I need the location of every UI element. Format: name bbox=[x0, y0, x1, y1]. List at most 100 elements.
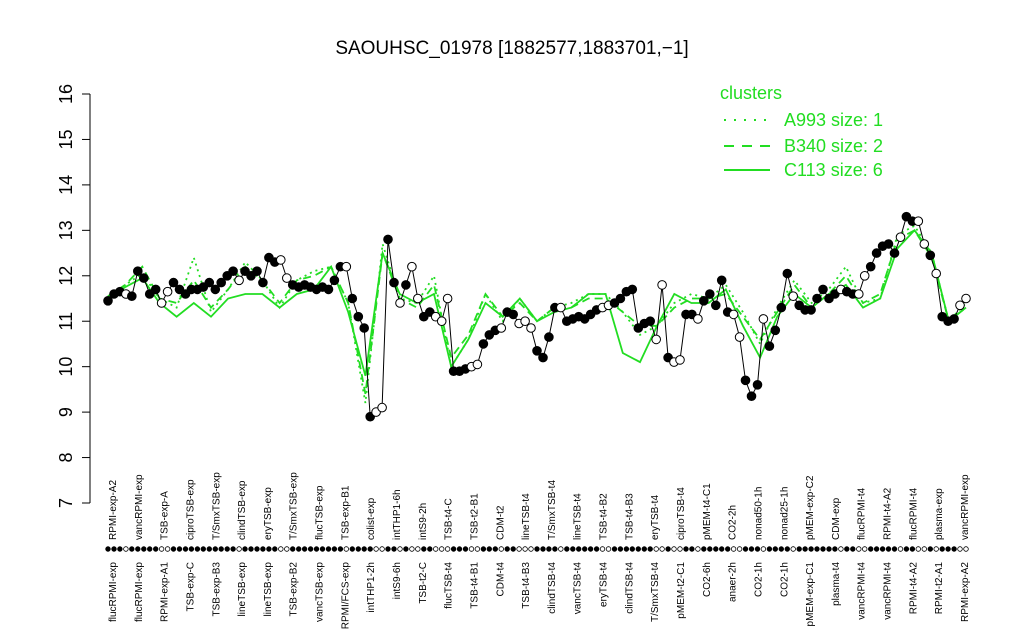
rug-point bbox=[391, 546, 397, 552]
top-label: ciproTSB-t4 bbox=[676, 487, 687, 540]
legend-entry-b340: B340 size: 2 bbox=[784, 136, 883, 156]
data-point bbox=[776, 302, 787, 313]
cluster-line-a993 bbox=[107, 224, 967, 404]
rug-point bbox=[331, 546, 338, 552]
rug-point bbox=[951, 546, 957, 552]
rug-point bbox=[695, 546, 701, 552]
rug-point bbox=[450, 546, 457, 552]
top-label: TSB-exp-B1 bbox=[340, 485, 351, 540]
rug-point bbox=[194, 546, 201, 552]
rug-point bbox=[707, 546, 713, 552]
bottom-label: vancRPMI-t4 bbox=[857, 562, 868, 620]
top-label: CO2-2h bbox=[728, 505, 739, 540]
data-point bbox=[854, 289, 864, 299]
data-point bbox=[162, 286, 173, 297]
rug-point bbox=[349, 546, 355, 552]
data-point bbox=[323, 284, 334, 295]
rug-point bbox=[254, 546, 260, 552]
data-point bbox=[383, 234, 393, 245]
bottom-label: TSB-t4-B1 bbox=[470, 562, 481, 609]
data-point bbox=[919, 239, 930, 249]
rug-point bbox=[921, 546, 927, 552]
rug-point bbox=[760, 546, 767, 552]
bottom-label: CO2-6h bbox=[702, 562, 713, 597]
bottom-label: TSB-exp-B2 bbox=[289, 562, 300, 617]
top-label: flucRPMI-t4 bbox=[857, 487, 868, 540]
rug-point bbox=[802, 546, 808, 552]
rug-point bbox=[212, 546, 218, 552]
rug-point bbox=[885, 546, 892, 552]
data-point bbox=[883, 239, 894, 249]
data-point bbox=[353, 311, 364, 322]
bottom-label: CDM-t4 bbox=[495, 562, 506, 597]
data-point bbox=[556, 302, 566, 313]
rug-point bbox=[790, 546, 796, 552]
y-tick-label: 7 bbox=[56, 498, 76, 508]
top-label: vancRPMI-exp bbox=[134, 474, 145, 540]
rug-point bbox=[605, 546, 612, 552]
rug-point bbox=[397, 546, 403, 552]
rug-point bbox=[510, 546, 516, 552]
data-point bbox=[359, 323, 370, 333]
rug-point bbox=[284, 546, 290, 552]
rug-point bbox=[909, 546, 916, 552]
rug-point bbox=[754, 546, 761, 552]
rug-point bbox=[337, 546, 344, 552]
data-point bbox=[675, 355, 685, 365]
data-point bbox=[913, 216, 924, 226]
bottom-label: RPMI/FCS-exp bbox=[340, 562, 351, 630]
data-point bbox=[627, 284, 638, 295]
data-point bbox=[133, 266, 143, 277]
rug-point bbox=[766, 546, 773, 552]
bottom-label: eryTSB-t4 bbox=[599, 562, 610, 607]
rug-point bbox=[182, 546, 189, 552]
rug-point bbox=[879, 546, 886, 552]
bottom-label: pMEM-exp-C1 bbox=[805, 562, 816, 627]
data-point bbox=[139, 273, 149, 283]
rug-point bbox=[415, 546, 421, 552]
rug-point bbox=[278, 546, 284, 552]
rug-point bbox=[504, 546, 510, 552]
rug-point bbox=[647, 546, 653, 552]
rug-point bbox=[242, 546, 248, 552]
bottom-label: pMEM-t2-C1 bbox=[676, 562, 687, 619]
rug-point bbox=[820, 546, 826, 552]
rug-point bbox=[873, 546, 880, 552]
rug-point bbox=[611, 546, 618, 552]
data-point bbox=[216, 277, 226, 288]
rug-point bbox=[361, 546, 367, 552]
rug-point bbox=[856, 546, 862, 552]
rug-point bbox=[599, 546, 606, 552]
rug-point bbox=[319, 546, 326, 552]
data-point bbox=[508, 309, 519, 320]
data-line bbox=[107, 215, 967, 418]
top-label: pMEM-exp-C2 bbox=[805, 475, 816, 540]
rug-point bbox=[629, 546, 635, 552]
rug-point bbox=[516, 546, 522, 552]
bottom-label: clindTSB-t4 bbox=[624, 562, 635, 614]
rug-point bbox=[218, 546, 224, 552]
top-label: plasma-exp bbox=[934, 488, 945, 540]
bottom-label: intS9-6h bbox=[392, 562, 403, 599]
rug-point bbox=[564, 546, 570, 552]
data-point bbox=[413, 293, 423, 304]
data-point bbox=[532, 346, 542, 356]
data-point bbox=[705, 289, 715, 299]
rug-point bbox=[552, 546, 558, 552]
rug-point bbox=[683, 546, 689, 552]
top-label: eryTSB-exp bbox=[263, 487, 274, 540]
data-point bbox=[401, 280, 411, 290]
rug-point bbox=[641, 546, 647, 552]
rug-point bbox=[152, 546, 159, 552]
rug-point bbox=[296, 546, 302, 552]
rug-point bbox=[725, 546, 731, 552]
rug-point bbox=[689, 546, 695, 552]
data-point bbox=[752, 380, 763, 390]
rug-point bbox=[236, 546, 242, 552]
rug-point bbox=[826, 546, 832, 552]
rug-point bbox=[730, 546, 737, 552]
data-point bbox=[341, 261, 352, 272]
y-tick-label: 8 bbox=[56, 453, 76, 463]
top-label: T/SmxTSB-exp bbox=[211, 472, 222, 540]
bottom-label: CO2-1h bbox=[754, 562, 765, 597]
